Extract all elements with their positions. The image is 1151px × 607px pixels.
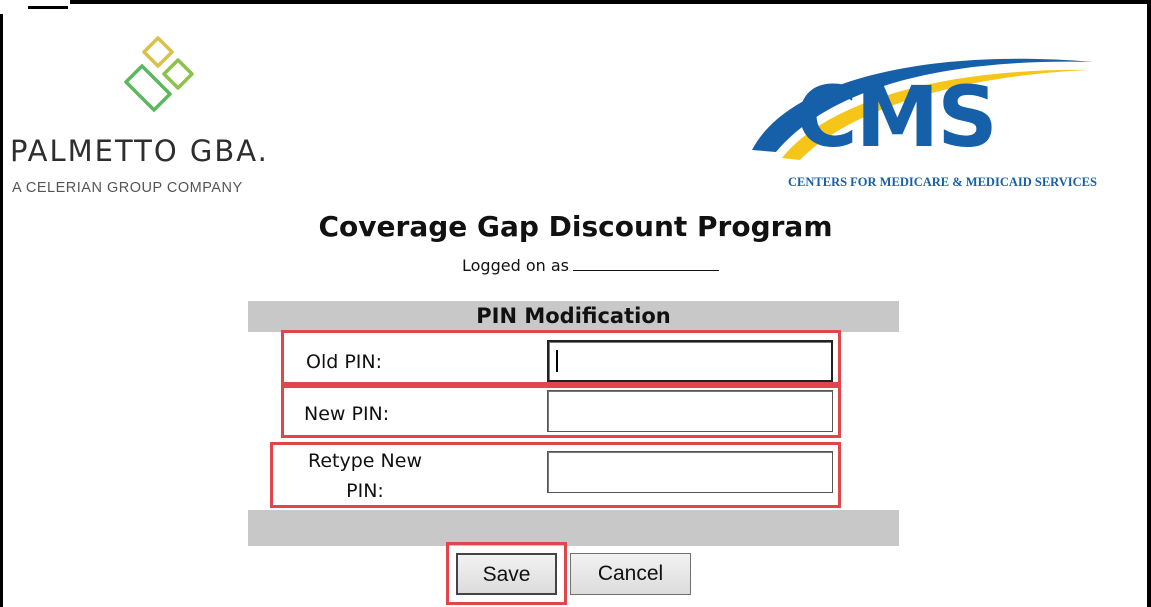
- logged-on-text: Logged on as: [462, 256, 719, 275]
- corner-marker: [0, 0, 70, 14]
- cms-logo: CMS CENTERS FOR MEDICARE & MEDICAID SERV…: [748, 40, 1143, 200]
- save-button[interactable]: Save: [456, 553, 557, 595]
- username-blank: [572, 256, 719, 271]
- retype-pin-label-line2: PIN:: [346, 480, 384, 502]
- old-pin-input[interactable]: [547, 340, 833, 382]
- cancel-button[interactable]: Cancel: [570, 553, 691, 595]
- new-pin-row: New PIN:: [281, 385, 841, 438]
- old-pin-row: Old PIN:: [281, 330, 841, 385]
- retype-pin-input[interactable]: [547, 451, 833, 493]
- retype-pin-label: Retype New PIN:: [285, 446, 445, 506]
- new-pin-input[interactable]: [547, 390, 833, 432]
- old-pin-label: Old PIN:: [306, 351, 383, 373]
- retype-pin-row: Retype New PIN:: [270, 442, 841, 508]
- pin-modification-footer: [248, 510, 899, 546]
- cms-wordmark: CMS: [796, 68, 998, 166]
- text-cursor: [556, 350, 558, 372]
- new-pin-label: New PIN:: [304, 403, 390, 425]
- page-title: Coverage Gap Discount Program: [318, 210, 833, 243]
- cms-subtitle: CENTERS FOR MEDICARE & MEDICAID SERVICES: [788, 175, 1097, 189]
- logged-on-label: Logged on as: [462, 256, 569, 275]
- pin-modification-header: PIN Modification: [248, 301, 899, 332]
- retype-pin-label-line1: Retype New: [308, 450, 422, 472]
- palmetto-name: PALMETTO GBA.: [10, 134, 269, 168]
- palmetto-leaf-icon: [124, 36, 194, 112]
- palmetto-subtitle: A CELERIAN GROUP COMPANY: [12, 180, 243, 196]
